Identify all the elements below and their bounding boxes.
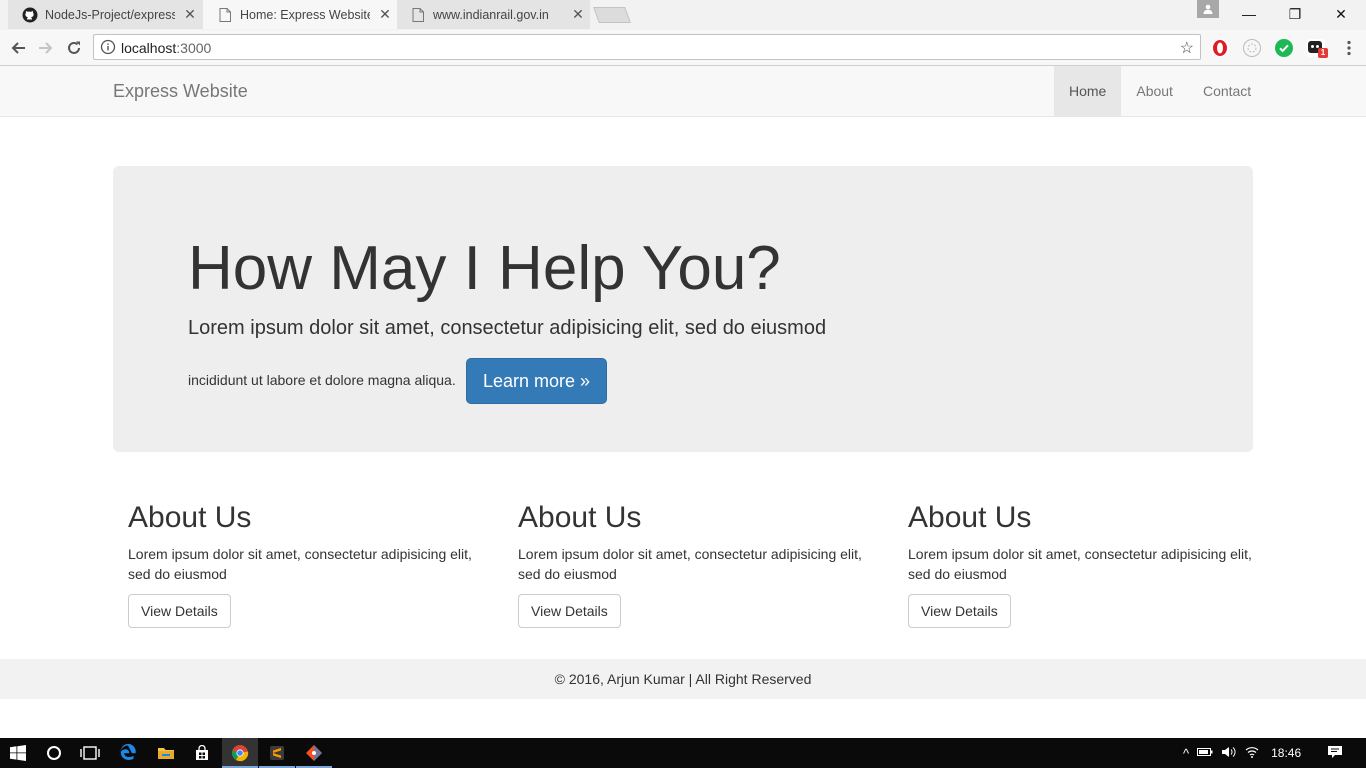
view-details-button[interactable]: View Details (518, 594, 621, 628)
document-icon (217, 7, 233, 23)
jumbotron: How May I Help You? Lorem ipsum dolor si… (113, 166, 1253, 452)
github-icon (22, 7, 38, 23)
windows-start-icon[interactable] (0, 738, 36, 768)
checkmark-green-icon[interactable] (1275, 39, 1293, 57)
restore-button[interactable]: ❐ (1272, 0, 1318, 28)
cortana-icon[interactable] (36, 738, 72, 768)
menu-kebab-icon[interactable] (1339, 38, 1359, 58)
minimize-button[interactable]: — (1226, 0, 1272, 28)
document-icon (410, 7, 426, 23)
about-column-2: About Us Lorem ipsum dolor sit amet, con… (518, 498, 878, 628)
bookmark-star-icon[interactable]: ☆ (1180, 38, 1194, 58)
git-icon[interactable] (296, 738, 332, 768)
jumbotron-lead: Lorem ipsum dolor sit amet, consectetur … (188, 317, 827, 339)
column-text: Lorem ipsum dolor sit amet, consectetur … (128, 546, 472, 582)
windows-taskbar: ^ 18:46 (0, 738, 1366, 768)
nav-contact[interactable]: Contact (1188, 66, 1266, 116)
jumbotron-text: incididunt ut labore et dolore magna ali… (188, 372, 456, 388)
tab-github[interactable]: NodeJs-Project/express_ ✕ (8, 0, 204, 29)
close-tab-icon[interactable]: ✕ (571, 6, 585, 23)
column-text: Lorem ipsum dolor sit amet, consectetur … (518, 546, 862, 582)
nav-about[interactable]: About (1121, 66, 1188, 116)
close-tab-icon[interactable]: ✕ (378, 6, 392, 23)
action-center-icon[interactable] (1327, 744, 1343, 763)
chevron-up-icon[interactable]: ^ (1183, 746, 1189, 761)
tab-title: www.indianrail.gov.in (433, 7, 549, 22)
learn-more-button[interactable]: Learn more » (466, 358, 607, 404)
tab-indianrail[interactable]: www.indianrail.gov.in ✕ (396, 0, 590, 29)
profile-icon[interactable] (1197, 0, 1219, 18)
back-icon[interactable] (8, 38, 28, 58)
tab-title: NodeJs-Project/express_ (45, 7, 175, 22)
extension-badge-icon[interactable]: 1 (1307, 39, 1328, 58)
battery-icon[interactable] (1197, 746, 1213, 760)
forward-icon[interactable] (36, 38, 56, 58)
close-tab-icon[interactable]: ✕ (183, 6, 197, 23)
extension-badge-count: 1 (1318, 48, 1328, 58)
nav-links: Home About Contact (1054, 66, 1266, 116)
column-heading: About Us (128, 501, 252, 534)
new-tab-button[interactable] (593, 7, 631, 23)
system-tray: ^ 18:46 (1183, 738, 1343, 768)
tab-strip: NodeJs-Project/express_ ✕ Home: Express … (0, 0, 1366, 30)
file-explorer-icon[interactable] (148, 738, 184, 768)
edge-icon[interactable] (110, 738, 146, 768)
sublime-icon[interactable] (259, 738, 295, 768)
clock-text[interactable]: 18:46 (1271, 746, 1301, 760)
close-window-button[interactable]: ✕ (1318, 0, 1364, 28)
address-bar[interactable]: localhost:3000 ☆ (93, 34, 1201, 60)
column-heading: About Us (518, 501, 642, 534)
url-port: :3000 (176, 40, 212, 56)
url-text: localhost:3000 (121, 40, 211, 56)
browser-toolbar: localhost:3000 ☆ 1 (0, 30, 1366, 66)
opera-icon[interactable] (1211, 39, 1229, 57)
wifi-icon[interactable] (1245, 746, 1259, 761)
site-navbar: Express Website Home About Contact (0, 66, 1366, 117)
column-text: Lorem ipsum dolor sit amet, consectetur … (908, 546, 1252, 582)
store-icon[interactable] (184, 738, 220, 768)
tab-express-website[interactable]: Home: Express Website ✕ (203, 0, 397, 29)
extension-gray-icon[interactable] (1243, 39, 1261, 57)
nav-home[interactable]: Home (1054, 66, 1122, 116)
chrome-icon[interactable] (222, 738, 258, 768)
site-footer: © 2016, Arjun Kumar | All Right Reserved (0, 659, 1366, 699)
reload-icon[interactable] (64, 38, 84, 58)
about-column-1: About Us Lorem ipsum dolor sit amet, con… (128, 498, 488, 628)
task-view-icon[interactable] (72, 738, 108, 768)
web-page: Express Website Home About Contact How M… (0, 66, 1366, 738)
about-column-3: About Us Lorem ipsum dolor sit amet, con… (908, 498, 1268, 628)
column-heading: About Us (908, 501, 1032, 534)
site-brand[interactable]: Express Website (113, 81, 248, 102)
info-icon[interactable] (100, 39, 116, 60)
view-details-button[interactable]: View Details (128, 594, 231, 628)
volume-icon[interactable] (1221, 746, 1237, 761)
jumbotron-heading: How May I Help You? (188, 234, 781, 303)
url-host: localhost (121, 40, 177, 56)
view-details-button[interactable]: View Details (908, 594, 1011, 628)
tab-title: Home: Express Website (240, 7, 370, 22)
